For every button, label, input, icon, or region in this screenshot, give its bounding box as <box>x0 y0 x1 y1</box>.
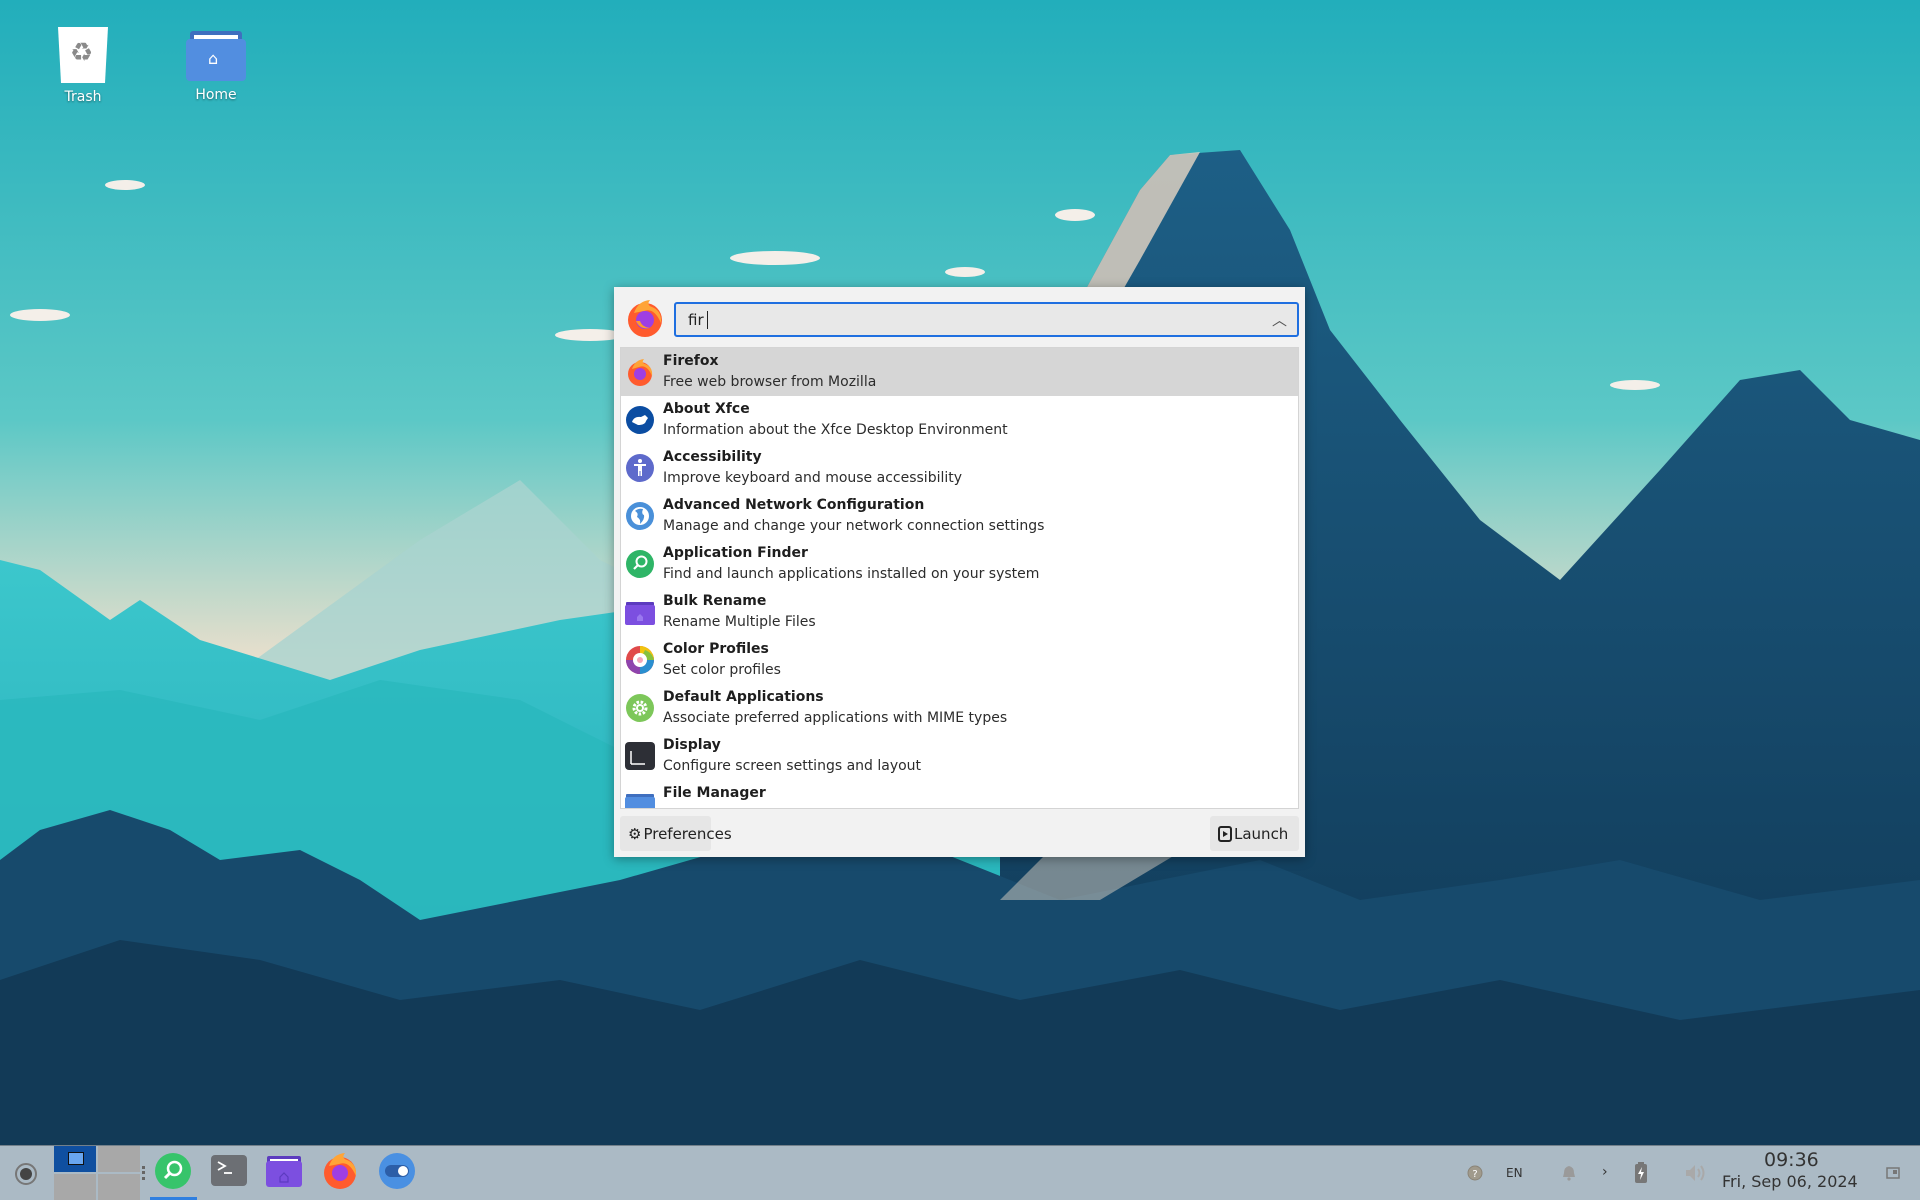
bell-icon[interactable] <box>1562 1165 1576 1181</box>
folder-icon <box>625 794 655 808</box>
application-finder-dialog: ︿ Firefox Free web browser from Mozilla … <box>614 287 1305 857</box>
search-input[interactable] <box>688 304 1248 335</box>
terminal-icon[interactable] <box>209 1151 249 1191</box>
result-name: Color Profiles <box>663 641 769 657</box>
result-name: About Xfce <box>663 401 750 417</box>
play-icon <box>1218 825 1232 842</box>
workspace-3[interactable] <box>54 1174 96 1200</box>
workspace-switcher[interactable] <box>54 1146 140 1200</box>
gear-icon <box>626 694 654 722</box>
firefox-icon <box>628 300 662 337</box>
search-field[interactable]: ︿ <box>674 302 1299 337</box>
result-description: Manage and change your network connectio… <box>663 518 1045 534</box>
result-description: Free web browser from Mozilla <box>663 374 877 390</box>
preferences-button[interactable]: ⚙ Preferences <box>620 816 732 851</box>
taskbar-panel: ? EN › 09:36 Fri, Sep 06, 2024 <box>0 1145 1920 1200</box>
result-name: Default Applications <box>663 689 824 705</box>
toggle-icon[interactable] <box>377 1151 417 1191</box>
result-item[interactable]: About Xfce Information about the Xfce De… <box>621 396 1298 444</box>
show-desktop-icon[interactable] <box>1886 1167 1900 1179</box>
result-name: Application Finder <box>663 545 808 561</box>
volume-icon[interactable] <box>1685 1163 1707 1183</box>
result-item[interactable]: Firefox Free web browser from Mozilla <box>621 348 1298 396</box>
result-item[interactable]: Accessibility Improve keyboard and mouse… <box>621 444 1298 492</box>
desktop-icon-label: Trash <box>64 89 102 105</box>
search-icon <box>626 550 654 578</box>
result-name: Display <box>663 737 721 753</box>
launch-label: Launch <box>1234 824 1289 843</box>
result-description: Improve keyboard and mouse accessibility <box>663 470 963 486</box>
result-item[interactable]: Color Profiles Set color profiles <box>621 636 1298 684</box>
result-item[interactable]: Display Configure screen settings and la… <box>621 732 1298 780</box>
network-globe-icon <box>626 502 654 530</box>
chevron-up-icon[interactable]: ︿ <box>1272 309 1287 330</box>
result-description: Rename Multiple Files <box>663 614 816 630</box>
panel-handle[interactable] <box>142 1166 148 1180</box>
result-item[interactable]: Application Finder Find and launch appli… <box>621 540 1298 588</box>
result-name: Bulk Rename <box>663 593 767 609</box>
workspace-2[interactable] <box>98 1146 140 1172</box>
workspace-4[interactable] <box>98 1174 140 1200</box>
battery-charging-icon[interactable] <box>1634 1162 1648 1184</box>
search-icon[interactable] <box>153 1151 193 1191</box>
help-icon[interactable]: ? <box>1467 1165 1483 1181</box>
color-wheel-icon <box>626 646 654 674</box>
desktop-icon-home[interactable]: ⌂ Home <box>161 27 271 103</box>
result-item[interactable]: Default Applications Associate preferred… <box>621 684 1298 732</box>
home-folder-icon: ⌂ <box>186 31 246 81</box>
display-icon <box>625 742 655 770</box>
xfce-mouse-icon <box>626 406 654 434</box>
result-description: Find and launch applications installed o… <box>663 566 1040 582</box>
trash-icon: ♻ <box>58 27 108 83</box>
accessibility-icon <box>626 454 654 482</box>
result-name: Accessibility <box>663 449 762 465</box>
whisker-menu-icon[interactable] <box>14 1162 38 1186</box>
result-item[interactable]: Bulk Rename Rename Multiple Files <box>621 588 1298 636</box>
result-item[interactable]: File Manager <box>621 780 1298 808</box>
desktop-icon-label: Home <box>195 87 237 103</box>
result-description: Information about the Xfce Desktop Envir… <box>663 422 1008 438</box>
folder-icon[interactable] <box>264 1151 304 1191</box>
chevron-right-icon[interactable]: › <box>1602 1164 1608 1180</box>
result-item[interactable]: Advanced Network Configuration Manage an… <box>621 492 1298 540</box>
clock-date[interactable]: Fri, Sep 06, 2024 <box>1722 1172 1858 1191</box>
folder-icon <box>625 602 655 625</box>
results-list[interactable]: Firefox Free web browser from Mozilla Ab… <box>620 347 1299 809</box>
preferences-label: Preferences <box>643 824 732 843</box>
svg-text:?: ? <box>1472 1169 1477 1180</box>
result-name: Firefox <box>663 353 719 369</box>
result-description: Set color profiles <box>663 662 781 678</box>
text-cursor <box>707 311 708 329</box>
keyboard-layout-indicator[interactable]: EN <box>1506 1166 1523 1180</box>
firefox-icon[interactable] <box>320 1151 360 1191</box>
result-description: Configure screen settings and layout <box>663 758 922 774</box>
result-name: Advanced Network Configuration <box>663 497 925 513</box>
workspace-1[interactable] <box>54 1146 96 1172</box>
firefox-icon <box>628 359 653 386</box>
launch-button[interactable]: Launch <box>1210 816 1299 851</box>
result-description: Associate preferred applications with MI… <box>663 710 1008 726</box>
gear-icon: ⚙ <box>628 824 642 843</box>
desktop-icon-trash[interactable]: ♻ Trash <box>28 27 138 105</box>
window-thumbnail <box>68 1152 84 1165</box>
result-name: File Manager <box>663 785 766 801</box>
